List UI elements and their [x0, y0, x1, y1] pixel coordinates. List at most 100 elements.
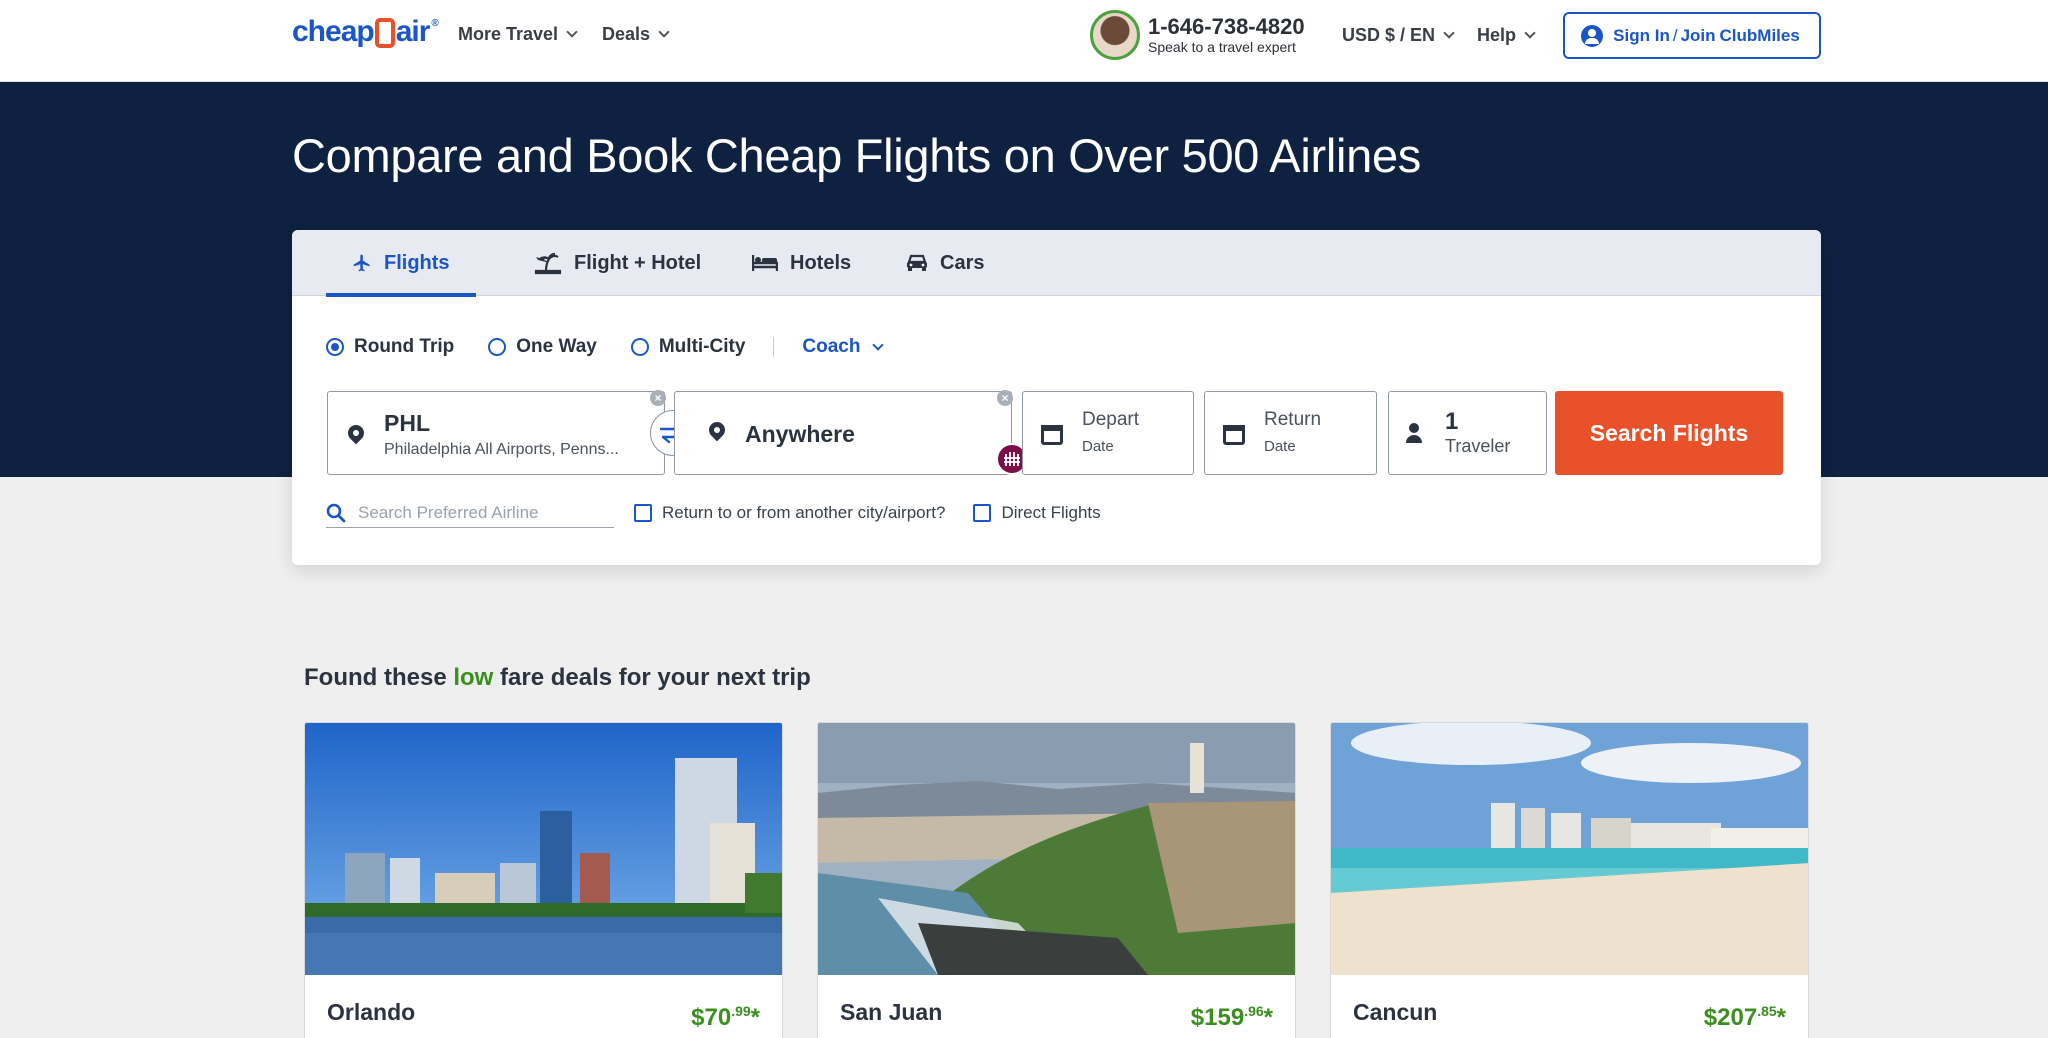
destination-field[interactable]: Anywhere × [674, 390, 1013, 475]
deal-city: Orlando [327, 999, 416, 1025]
san-juan-fortress-image [818, 723, 1295, 975]
deal-card-orlando[interactable]: Orlando $70.99* [304, 722, 783, 1038]
direct-flights-label[interactable]: Direct Flights [1001, 503, 1100, 523]
logo-text-cheap: cheap [292, 15, 375, 48]
origin-code: PHL [384, 410, 430, 436]
nav-more-travel[interactable]: More Travel [458, 24, 578, 45]
tab-hotels-label: Hotels [790, 251, 852, 274]
direct-flights-checkbox[interactable] [973, 504, 992, 522]
deal-price: $207.85* [1704, 1003, 1786, 1032]
tab-cars-label: Cars [940, 251, 985, 274]
multi-city-label[interactable]: Multi-City [659, 336, 746, 358]
return-other-checkbox[interactable] [634, 504, 652, 522]
tab-flight-hotel[interactable]: Flight + Hotel [508, 230, 727, 296]
deal-price-asterisk: * [750, 1004, 760, 1031]
deal-city: Cancun [1353, 999, 1438, 1025]
clubmiles-label: ClubMiles [1719, 25, 1800, 45]
deals-heading-low: low [453, 664, 494, 691]
origin-clear-icon[interactable]: × [650, 390, 666, 406]
preferred-airline-input[interactable]: Search Preferred Airline [326, 498, 614, 528]
search-card: Flights Flight + Hotel Hotels Cars Round… [292, 230, 1821, 565]
location-pin-icon [344, 421, 368, 445]
depart-label: Depart [1082, 409, 1140, 430]
logo-o-icon [374, 18, 395, 48]
help-label: Help [1477, 25, 1517, 45]
orlando-skyline-image [305, 723, 782, 975]
destination-value: Anywhere [745, 421, 855, 447]
currency-selector[interactable]: USD $ / EN [1342, 25, 1455, 46]
traveler-count: 1 [1445, 408, 1459, 435]
deal-price-main: $70 [691, 1004, 732, 1031]
deal-price: $159.96* [1191, 1003, 1273, 1032]
phone-subtext: Speak to a travel expert [1148, 39, 1296, 55]
page-title: Compare and Book Cheap Flights on Over 5… [292, 129, 1421, 182]
return-other-label[interactable]: Return to or from another city/airport? [662, 503, 945, 523]
depart-sublabel: Date [1082, 438, 1114, 455]
deal-price-cents: .96 [1244, 1003, 1264, 1019]
nav-deals-label: Deals [602, 24, 651, 44]
calendar-icon [1041, 425, 1063, 445]
palm-plane-icon [534, 252, 562, 275]
tab-hotels[interactable]: Hotels [726, 230, 877, 296]
cabin-class-dropdown[interactable]: Coach [802, 336, 885, 358]
preferred-airline-placeholder: Search Preferred Airline [358, 502, 539, 522]
car-icon [907, 254, 927, 271]
bed-icon [752, 255, 778, 271]
radio-one-way[interactable] [488, 338, 507, 356]
phone-number: 1-646-738-4820 [1148, 14, 1305, 39]
one-way-label[interactable]: One Way [516, 336, 597, 358]
nav-deals[interactable]: Deals [602, 24, 670, 45]
travelers-field[interactable]: 1 Traveler [1388, 391, 1547, 475]
deal-card-san-juan[interactable]: San Juan $159.96* [817, 722, 1296, 1038]
search-icon [326, 503, 346, 522]
radio-multi-city[interactable] [630, 338, 649, 356]
chevron-down-icon [872, 338, 885, 351]
tab-cars[interactable]: Cars [880, 230, 1010, 296]
deal-price-main: $207 [1703, 1004, 1758, 1031]
join-label: Join [1680, 25, 1716, 45]
help-menu[interactable]: Help [1477, 25, 1536, 46]
deal-card-cancun[interactable]: Cancun $207.85* [1330, 722, 1809, 1038]
phone-contact[interactable]: 1-646-738-4820 Speak to a travel expert [1090, 10, 1305, 60]
deal-price-main: $159 [1190, 1004, 1245, 1031]
sign-in-slash: / [1672, 25, 1678, 45]
tab-flight-hotel-label: Flight + Hotel [574, 251, 702, 274]
deals-heading-b: fare deals for your next trip [500, 664, 811, 691]
round-trip-label[interactable]: Round Trip [354, 336, 454, 358]
user-circle-icon [1581, 24, 1604, 47]
sign-in-label: Sign In [1613, 25, 1670, 45]
product-tabs: Flights Flight + Hotel Hotels Cars [292, 230, 1821, 297]
calendar-icon [1223, 425, 1245, 445]
depart-date-field[interactable]: Depart Date [1022, 391, 1194, 475]
deal-price-asterisk: * [1776, 1004, 1786, 1031]
origin-name: Philadelphia All Airports, Penns... [384, 441, 619, 458]
plane-icon [353, 254, 370, 272]
cabin-class-label: Coach [802, 336, 861, 357]
logo-text-air: air [395, 15, 431, 48]
deal-price-asterisk: * [1263, 1004, 1273, 1031]
agent-avatar [1090, 10, 1140, 60]
logo-registered: ® [431, 18, 438, 29]
cheapoair-logo[interactable]: cheap air ® [292, 12, 439, 52]
deal-price-cents: .85 [1757, 1003, 1777, 1019]
return-date-field[interactable]: Return Date [1204, 391, 1377, 475]
search-options-row: Search Preferred Airline Return to or fr… [326, 498, 1101, 528]
traveler-label: Traveler [1445, 436, 1511, 456]
currency-label: USD $ / EN [1342, 25, 1436, 45]
radio-round-trip[interactable] [326, 338, 344, 356]
search-flights-button[interactable]: Search Flights [1555, 391, 1783, 475]
tab-flights[interactable]: Flights [326, 230, 476, 297]
top-header: cheap air ® More Travel Deals 1-646-738-… [0, 0, 2048, 82]
person-icon [1406, 423, 1422, 443]
sign-in-button[interactable]: Sign In / Join ClubMiles [1563, 12, 1821, 59]
deal-price-cents: .99 [731, 1003, 751, 1019]
origin-field[interactable]: PHL Philadelphia All Airports, Penns... … [327, 390, 666, 475]
chevron-down-icon [658, 26, 670, 38]
location-pin-icon [705, 418, 729, 442]
cancun-beach-image [1331, 723, 1808, 975]
destination-clear-icon[interactable]: × [997, 390, 1013, 406]
return-sublabel: Date [1264, 438, 1296, 455]
divider [773, 337, 775, 357]
grid-map-icon [1004, 452, 1020, 466]
nav-more-travel-label: More Travel [458, 24, 559, 44]
